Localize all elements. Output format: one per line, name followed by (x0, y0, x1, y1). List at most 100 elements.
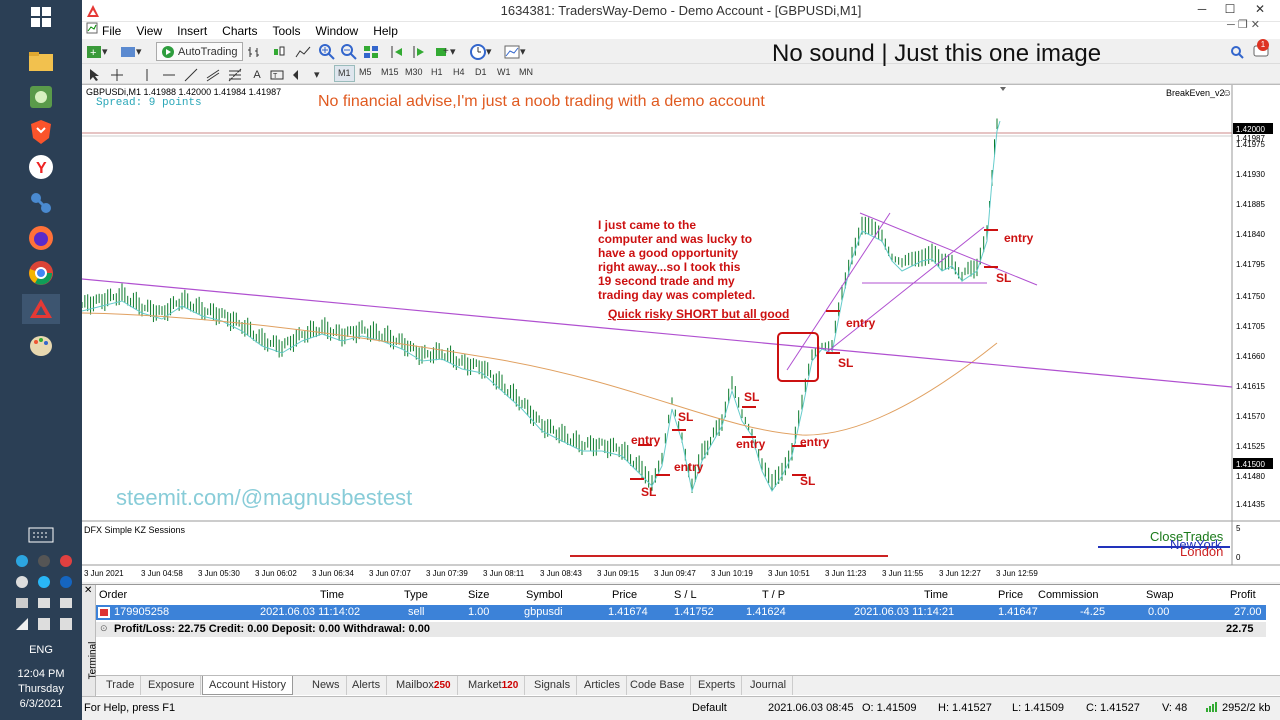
col-time[interactable]: Time (320, 589, 344, 601)
col-profit[interactable]: Profit (1230, 589, 1256, 601)
menu-bar: File View Insert Charts Tools Window Hel… (82, 19, 1280, 39)
table-row[interactable]: 179905258 2021.06.03 11:14:02 sell 1.00 … (96, 605, 1266, 620)
menu-view[interactable]: View (136, 24, 162, 38)
notification-badge[interactable]: 1 (1257, 39, 1269, 51)
chrome-icon[interactable] (22, 258, 60, 288)
col-close-time[interactable]: Time (924, 589, 948, 601)
minimize-button[interactable]: ─ (1187, 2, 1217, 20)
current-price-label: 1.42000 (1236, 125, 1265, 134)
tab-label: Code Base (630, 679, 685, 691)
timeframe-mn[interactable]: MN (516, 65, 536, 82)
yandex-browser-icon[interactable]: Y (22, 152, 60, 182)
search-icon[interactable] (1228, 42, 1246, 61)
horizontal-line-icon[interactable] (160, 65, 178, 84)
col-commission[interactable]: Commission (1038, 589, 1099, 601)
menu-charts[interactable]: Charts (222, 24, 257, 38)
menu-file[interactable]: File (102, 24, 121, 38)
app-icon[interactable] (22, 82, 60, 112)
zoom-in-icon[interactable] (318, 42, 336, 61)
bar-chart-icon[interactable] (246, 42, 264, 61)
chart-shift-icon[interactable] (388, 42, 406, 61)
cursor-icon[interactable] (86, 65, 104, 84)
timeframe-h4[interactable]: H4 (450, 65, 468, 82)
text-tool-icon[interactable]: A (248, 65, 266, 84)
col-price[interactable]: Price (612, 589, 637, 601)
sl-label: SL (996, 271, 1011, 285)
language-indicator[interactable]: ENG (0, 643, 82, 658)
profiles-icon[interactable]: ▾ (120, 42, 142, 61)
menu-window[interactable]: Window (316, 24, 359, 38)
tab-code-base[interactable]: Code Base (624, 676, 692, 695)
time-tick-label: 3 Jun 12:59 (996, 569, 1038, 578)
menu-tools[interactable]: Tools (273, 24, 301, 38)
tab-trade[interactable]: Trade (100, 676, 142, 695)
tab-exposure[interactable]: Exposure (142, 676, 202, 695)
clock-day: Thursday (18, 683, 64, 695)
autotrading-button[interactable]: AutoTrading (156, 42, 243, 61)
timeframe-m1[interactable]: M1 (334, 65, 355, 82)
col-size[interactable]: Size (468, 589, 489, 601)
tab-journal[interactable]: Journal (744, 676, 794, 695)
crosshair-icon[interactable] (108, 65, 126, 84)
status-profile[interactable]: Default (692, 702, 727, 714)
time-tick-label: 3 Jun 12:27 (939, 569, 981, 578)
firefox-icon[interactable] (22, 223, 60, 253)
price-tick-label: 1.41930 (1236, 170, 1265, 179)
tab-news[interactable]: News (306, 676, 347, 695)
col-swap[interactable]: Swap (1146, 589, 1174, 601)
terminal-close-icon[interactable]: ✕ (82, 585, 92, 596)
autoscroll-icon[interactable] (410, 42, 428, 61)
col-sl[interactable]: S / L (674, 589, 697, 601)
tab-market[interactable]: Market120 (462, 676, 526, 695)
menu-help[interactable]: Help (373, 24, 398, 38)
timeframe-m15[interactable]: M15 (378, 65, 402, 82)
candlestick-icon[interactable] (270, 42, 288, 61)
new-order-icon[interactable]: + ▾ (86, 42, 108, 61)
tile-windows-icon[interactable] (362, 42, 380, 61)
col-tp[interactable]: T / P (762, 589, 785, 601)
tab-signals[interactable]: Signals (528, 676, 578, 695)
keyboard-icon[interactable] (22, 520, 60, 550)
col-close-price[interactable]: Price (998, 589, 1023, 601)
timeframe-d1[interactable]: D1 (472, 65, 490, 82)
arrows-icon[interactable]: ▾ (290, 65, 320, 84)
svg-text:+: + (90, 47, 96, 59)
file-explorer-icon[interactable] (22, 46, 60, 76)
tab-account-history[interactable]: Account History (202, 676, 294, 695)
inner-window-controls[interactable]: ─ ❐ ✕ (1227, 18, 1260, 31)
paint-icon[interactable] (22, 330, 60, 360)
periods-icon[interactable]: ▾ (470, 42, 492, 61)
tab-label: Mailbox (396, 679, 434, 691)
text-label-icon[interactable]: T (268, 65, 286, 84)
col-symbol[interactable]: Symbol (526, 589, 563, 601)
channel-icon[interactable] (204, 65, 222, 84)
price-tick-label: 1.41885 (1236, 200, 1265, 209)
fibonacci-icon[interactable] (226, 65, 244, 84)
tab-mailbox[interactable]: Mailbox250 (390, 676, 458, 695)
clock-time[interactable]: 12:04 PM (0, 667, 82, 682)
start-button[interactable] (22, 2, 60, 32)
brave-browser-icon[interactable] (22, 117, 60, 147)
tab-alerts[interactable]: Alerts (346, 676, 388, 695)
traders-way-icon[interactable] (22, 294, 60, 324)
price-chart[interactable]: 1.420001.419871.419751.419301.418851.418… (82, 84, 1280, 582)
tab-experts[interactable]: Experts (692, 676, 743, 695)
vertical-line-icon[interactable] (138, 65, 156, 84)
templates-icon[interactable]: ▾ (504, 42, 526, 61)
zoom-out-icon[interactable] (340, 42, 358, 61)
timeframe-h1[interactable]: H1 (428, 65, 446, 82)
terminal-side-label[interactable]: Terminal (82, 585, 98, 697)
timeframe-w1[interactable]: W1 (494, 65, 514, 82)
subwindow-label: DFX Simple KZ Sessions (84, 525, 186, 535)
tab-articles[interactable]: Articles (578, 676, 628, 695)
col-type[interactable]: Type (404, 589, 428, 601)
timeframe-m5[interactable]: M5 (356, 65, 375, 82)
network-app-icon[interactable] (22, 188, 60, 218)
timeframe-m30[interactable]: M30 (402, 65, 426, 82)
menu-insert[interactable]: Insert (177, 24, 207, 38)
tab-label: Trade (106, 679, 135, 691)
indicators-icon[interactable]: + ▾ (434, 42, 456, 61)
trendline-icon[interactable] (182, 65, 200, 84)
col-order[interactable]: Order (99, 589, 127, 601)
line-chart-icon[interactable] (294, 42, 312, 61)
